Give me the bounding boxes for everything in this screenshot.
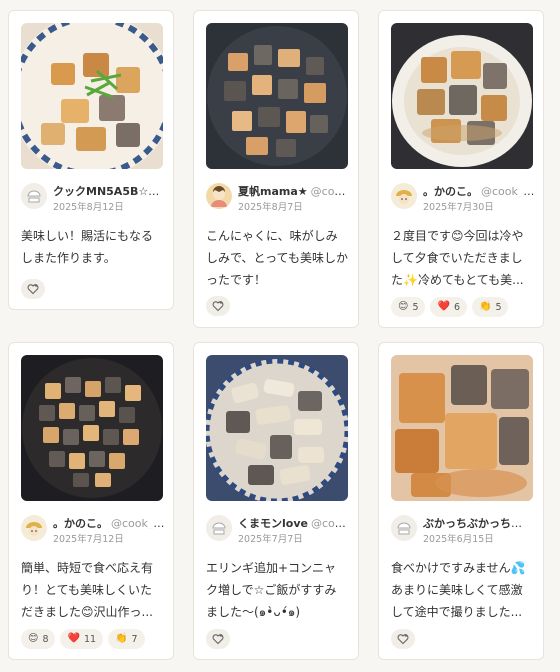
heart-plus-icon bbox=[397, 634, 409, 645]
comment-date: 2025年7月12日 bbox=[53, 534, 124, 545]
reaction-count: 11 bbox=[83, 633, 97, 645]
reaction-bar: 😊 5 ❤️ 6 👏 5 bbox=[391, 297, 509, 317]
comment-card[interactable]: 。かのこ。 @cook_4... 2025年7月12日 簡単、時短で食べ応え有り！… bbox=[8, 342, 174, 660]
reaction-clap[interactable]: 👏 5 bbox=[471, 297, 509, 317]
food-photo[interactable] bbox=[206, 355, 348, 501]
comment-card[interactable]: 夏帆mama★ @coo... 2025年8月7日 こんにゃくに、味がしみしみで、… bbox=[193, 10, 359, 328]
user-row[interactable]: 。かのこ。 @cook_4... 2025年7月12日 bbox=[21, 513, 165, 545]
heart-icon: ❤️ bbox=[67, 633, 80, 644]
reaction-bar bbox=[206, 629, 230, 649]
reaction-bar bbox=[391, 629, 415, 649]
reaction-bar bbox=[21, 279, 45, 299]
food-photo[interactable] bbox=[391, 355, 533, 501]
user-row[interactable]: クックMN5A5B☆@... 2025年8月12日 bbox=[21, 181, 165, 213]
reaction-clap[interactable]: 👏 7 bbox=[108, 629, 145, 649]
heart-plus-icon bbox=[212, 301, 224, 312]
reaction-count: 6 bbox=[453, 301, 460, 313]
user-row[interactable]: 。かのこ。 @cook_4... 2025年7月30日 bbox=[391, 181, 535, 213]
comment-card[interactable]: 。かのこ。 @cook_4... 2025年7月30日 ２度目です😊今回は冷やして… bbox=[378, 10, 544, 328]
food-photo[interactable] bbox=[391, 23, 533, 169]
user-name[interactable]: 夏帆mama★ bbox=[238, 185, 308, 197]
comment-card[interactable]: くまモンlove @coo... 2025年7月7日 エリンギ追加+コンニャク増し… bbox=[193, 342, 359, 660]
smile-icon: 😊 bbox=[398, 301, 409, 312]
user-row[interactable]: ぶかっちぶかっち@co... 2025年6月15日 bbox=[391, 513, 535, 545]
user-row[interactable]: くまモンlove @coo... 2025年7月7日 bbox=[206, 513, 350, 545]
user-handle: @cook_4... bbox=[481, 185, 535, 197]
food-photo[interactable] bbox=[21, 23, 163, 169]
reaction-smile[interactable]: 😊 8 bbox=[21, 629, 56, 649]
avatar[interactable] bbox=[206, 183, 232, 209]
reaction-bar bbox=[206, 296, 230, 316]
avatar[interactable] bbox=[206, 515, 232, 541]
comment-text: ２度目です😊今回は冷やして夕食でいただきました✨冷めてもとても美... bbox=[391, 229, 524, 287]
smile-icon: 😊 bbox=[28, 633, 39, 644]
add-reaction-button[interactable] bbox=[206, 629, 230, 649]
avatar[interactable] bbox=[391, 515, 417, 541]
reaction-count: 8 bbox=[42, 633, 49, 645]
reaction-count: 7 bbox=[131, 633, 138, 645]
comment-card[interactable]: ぶかっちぶかっち@co... 2025年6月15日 食べかけですみません💦あまり… bbox=[378, 342, 544, 660]
comment-date: 2025年7月7日 bbox=[238, 534, 303, 545]
food-photo[interactable] bbox=[21, 355, 163, 501]
user-name[interactable]: くまモンlove bbox=[238, 517, 308, 529]
heart-plus-icon bbox=[27, 284, 39, 295]
user-handle: @coo... bbox=[310, 185, 350, 197]
user-handle: @coo... bbox=[310, 517, 350, 529]
clap-icon: 👏 bbox=[478, 301, 492, 312]
comment-text: 簡単、時短で食べ応え有り！とても美味しくいただきました😊沢山作っ... bbox=[21, 561, 154, 619]
add-reaction-button[interactable] bbox=[391, 629, 415, 649]
avatar[interactable] bbox=[21, 183, 47, 209]
add-reaction-button[interactable] bbox=[21, 279, 45, 299]
reaction-count: 5 bbox=[412, 301, 419, 313]
reaction-heart[interactable]: ❤️ 6 bbox=[430, 297, 467, 317]
clap-icon: 👏 bbox=[115, 633, 128, 644]
comment-card[interactable]: クックMN5A5B☆@... 2025年8月12日 美味しい！賜活にもなるしまた… bbox=[8, 10, 174, 310]
comment-text: エリンギ追加+コンニャク増しで☆ご飯がすすみました〜(๑•̀ᴗ•́๑) bbox=[206, 561, 337, 619]
add-reaction-button[interactable] bbox=[206, 296, 230, 316]
user-name[interactable]: 。かのこ。 bbox=[53, 517, 108, 529]
comment-text: こんにゃくに、味がしみしみで、とっても美味しかったです！ bbox=[206, 229, 348, 287]
heart-plus-icon bbox=[212, 634, 224, 645]
comment-text: 美味しい！賜活にもなるしまた作ります。 bbox=[21, 229, 154, 265]
reaction-count: 5 bbox=[495, 301, 502, 313]
comment-date: 2025年8月7日 bbox=[238, 202, 303, 213]
user-handle: @cook_4... bbox=[111, 517, 165, 529]
food-photo[interactable] bbox=[206, 23, 348, 169]
user-name[interactable]: クックMN5A5B☆ bbox=[53, 185, 159, 197]
reaction-smile[interactable]: 😊 5 bbox=[391, 297, 426, 317]
comment-date: 2025年6月15日 bbox=[423, 534, 494, 545]
reaction-heart[interactable]: ❤️ 11 bbox=[60, 629, 104, 649]
user-name[interactable]: ぶかっちぶかっち bbox=[423, 517, 522, 529]
avatar[interactable] bbox=[391, 183, 417, 209]
heart-icon: ❤️ bbox=[437, 301, 450, 312]
comment-date: 2025年8月12日 bbox=[53, 202, 124, 213]
comment-text: 食べかけですみません💦あまりに美味しくて感激して途中で撮りました... bbox=[391, 561, 526, 619]
user-row[interactable]: 夏帆mama★ @coo... 2025年8月7日 bbox=[206, 181, 350, 213]
comment-date: 2025年7月30日 bbox=[423, 202, 494, 213]
avatar[interactable] bbox=[21, 515, 47, 541]
reaction-bar: 😊 8 ❤️ 11 👏 7 bbox=[21, 629, 145, 649]
user-name[interactable]: 。かのこ。 bbox=[423, 185, 478, 197]
